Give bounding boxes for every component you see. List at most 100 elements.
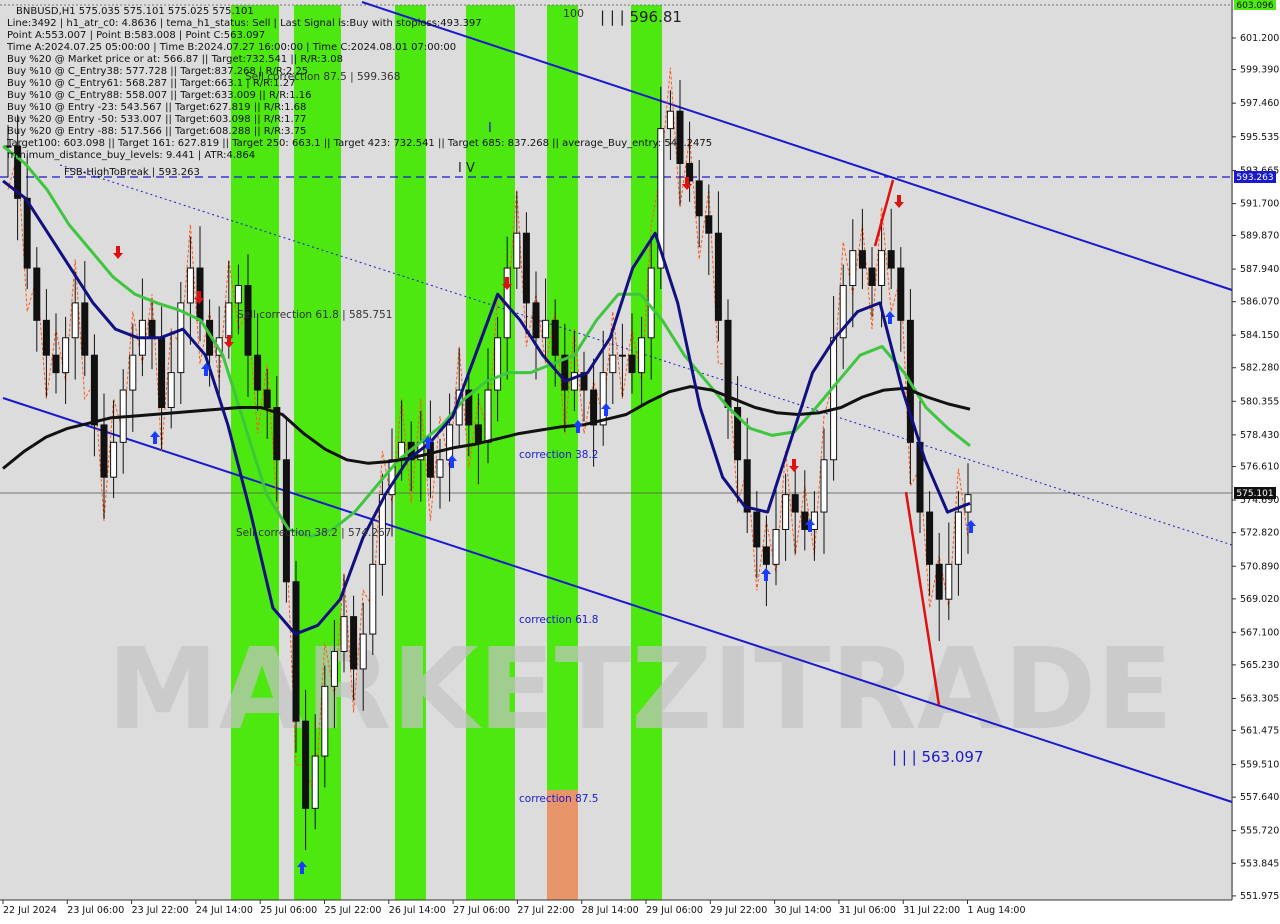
candle xyxy=(618,354,626,357)
candle xyxy=(551,319,559,356)
candle xyxy=(42,319,50,356)
time-tick-label: 31 Jul 22:00 xyxy=(903,905,960,916)
price-tick-label: 565.230 xyxy=(1240,660,1279,671)
candle xyxy=(897,267,905,321)
candle xyxy=(484,389,492,443)
price-tick-label: 559.510 xyxy=(1240,760,1279,771)
time-tick-label: 26 Jul 14:00 xyxy=(389,905,446,916)
price-tick-label: 599.390 xyxy=(1240,65,1279,76)
candle xyxy=(820,459,828,513)
info-line: Buy %10 @ C_Entry38: 577.728 || Target:8… xyxy=(7,66,308,77)
candle xyxy=(926,511,934,565)
correction-875-label: correction 87.5 xyxy=(519,793,598,805)
candle xyxy=(100,424,108,478)
candle xyxy=(762,546,770,565)
price-tick-label: 582.280 xyxy=(1240,363,1279,374)
candle xyxy=(129,354,137,391)
candle xyxy=(234,284,242,304)
price-tick-label: 589.870 xyxy=(1240,230,1279,241)
candle xyxy=(311,755,319,809)
watermark: MARKETZITRADE xyxy=(107,625,1173,755)
candle xyxy=(532,302,540,339)
current-price-tag-text: 575.101 xyxy=(1236,489,1273,499)
fsb-label: FSB-HighToBreak | 593.263 xyxy=(64,167,200,178)
candle xyxy=(666,110,674,130)
candle xyxy=(330,650,338,687)
price-tick-label: 576.610 xyxy=(1240,462,1279,473)
candle xyxy=(782,494,790,530)
candle xyxy=(878,250,886,286)
candle xyxy=(753,511,761,548)
time-tick-label: 1 Aug 14:00 xyxy=(968,905,1026,916)
info-line: Buy %20 @ Market price or at: 566.87 || … xyxy=(7,54,343,65)
candle xyxy=(801,511,809,530)
price-tick-label: 584.150 xyxy=(1240,330,1279,341)
candle xyxy=(90,354,98,426)
price-tick-label: 561.475 xyxy=(1240,725,1279,736)
info-line: Point A:553.007 | Point B:583.008 | Poin… xyxy=(7,30,265,41)
info-line: Buy %10 @ Entry -23: 543.567 || Target:6… xyxy=(7,102,306,113)
info-line: Buy %20 @ Entry -50: 533.007 || Target:6… xyxy=(7,114,306,125)
orange-zone xyxy=(547,790,578,900)
time-tick-label: 22 Jul 2024 xyxy=(3,905,57,916)
time-tick-label: 23 Jul 22:00 xyxy=(132,905,189,916)
candle xyxy=(810,511,818,530)
candle xyxy=(23,197,31,269)
price-tick-label: 601.200 xyxy=(1240,33,1279,44)
wave-iv-label: I V xyxy=(458,161,475,176)
chart-window[interactable]: MARKETZITRADE FSB-HighToBreak | 593.263 … xyxy=(0,0,1280,920)
candle xyxy=(254,354,262,391)
time-tick-label: 27 Jul 22:00 xyxy=(517,905,574,916)
top-price-tag-text: 603.096 xyxy=(1236,1,1273,11)
time-tick-label: 31 Jul 06:00 xyxy=(839,905,896,916)
price-tick-label: 597.460 xyxy=(1240,98,1279,109)
info-line: minimum_distance_buy_levels: 9.441 | ATR… xyxy=(7,150,255,161)
price-tick-label: 578.430 xyxy=(1240,430,1279,441)
candle xyxy=(935,563,943,600)
sell-correction-382-label: Sell correction 38.2 | 574.267 xyxy=(236,527,391,539)
candle xyxy=(158,337,166,408)
time-tick-label: 29 Jul 06:00 xyxy=(646,905,703,916)
price-tick-label: 586.070 xyxy=(1240,297,1279,308)
time-tick-label: 25 Jul 22:00 xyxy=(325,905,382,916)
info-line: Buy %10 @ C_Entry88: 558.007 || Target:6… xyxy=(7,90,312,101)
candle xyxy=(628,354,636,374)
bottom-wave-label: | | | 563.097 xyxy=(892,748,984,766)
price-tick-label: 591.700 xyxy=(1240,199,1279,210)
price-tick-label: 572.820 xyxy=(1240,528,1279,539)
price-chart[interactable]: MARKETZITRADE FSB-HighToBreak | 593.263 … xyxy=(0,0,1280,920)
info-line: Buy %10 @ C_Entry61: 568.287 || Target:6… xyxy=(7,78,295,89)
candle xyxy=(446,424,454,461)
candle xyxy=(292,581,300,722)
candle xyxy=(542,319,550,339)
price-tick-label: 551.975 xyxy=(1240,891,1279,902)
candle xyxy=(849,250,857,286)
candle xyxy=(513,232,521,269)
candle xyxy=(474,424,482,443)
candle xyxy=(695,180,703,217)
price-tick-label: 569.020 xyxy=(1240,594,1279,605)
candle xyxy=(302,720,310,809)
candle xyxy=(436,459,444,478)
price-tick-label: 567.100 xyxy=(1240,627,1279,638)
candle xyxy=(791,494,799,513)
candle xyxy=(638,337,646,374)
info-line: Time A:2024.07.25 05:00:00 | Time B:2024… xyxy=(6,42,456,53)
price-tick-label: 595.535 xyxy=(1240,132,1279,143)
candle xyxy=(522,232,530,304)
time-tick-label: 25 Jul 06:00 xyxy=(260,905,317,916)
time-tick-label: 23 Jul 06:00 xyxy=(67,905,124,916)
candle xyxy=(887,250,895,269)
symbol-line: BNBUSD,H1 575.035 575.101 575.025 575.10… xyxy=(16,6,254,17)
candle xyxy=(954,511,962,565)
time-tick-label: 30 Jul 14:00 xyxy=(775,905,832,916)
candle xyxy=(263,389,271,408)
candle xyxy=(590,389,598,426)
info-line: Buy %20 @ Entry -88: 517.566 || Target:6… xyxy=(7,126,306,137)
candle xyxy=(62,337,70,374)
candle xyxy=(186,267,194,304)
time-tick-label: 28 Jul 14:00 xyxy=(582,905,639,916)
candle xyxy=(858,250,866,269)
candle xyxy=(81,302,89,356)
time-tick-label: 27 Jul 06:00 xyxy=(453,905,510,916)
